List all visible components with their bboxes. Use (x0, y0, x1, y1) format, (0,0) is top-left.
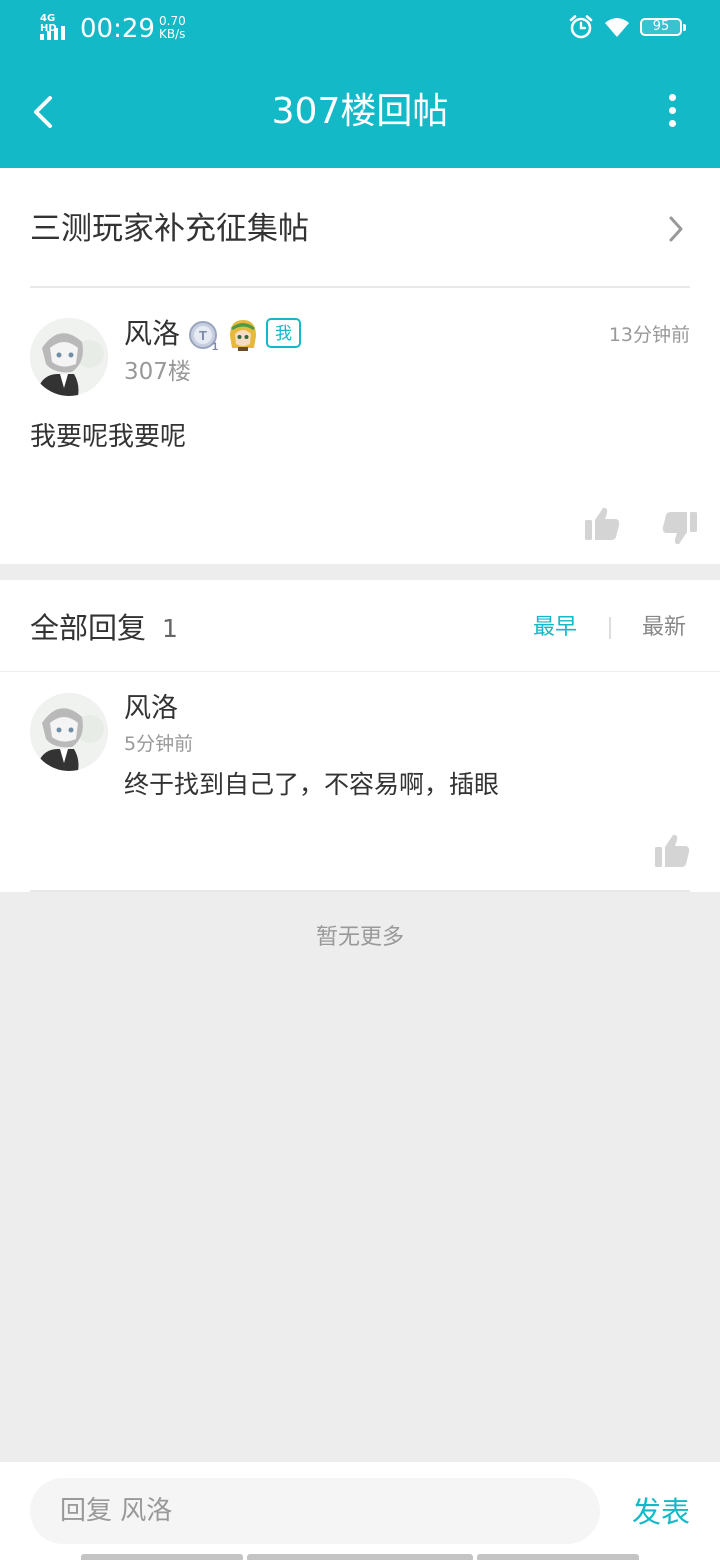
wifi-icon (605, 18, 629, 37)
replies-card: 全部回复 1 最早 最新 风洛 5分钟前 终于找到自己了，不容易啊，插眼 (0, 580, 720, 892)
divider (30, 286, 690, 288)
level-badge-icon: T 1 (188, 320, 220, 352)
reply-avatar[interactable] (30, 693, 108, 771)
battery-level: 95 (652, 19, 670, 34)
replies-title: 全部回复 (30, 611, 147, 645)
divider (0, 671, 720, 672)
sort-earliest-tab[interactable]: 最早 (533, 612, 577, 644)
reply-content[interactable]: 终于找到自己了，不容易啊，插眼 (124, 767, 499, 803)
character-badge-icon (227, 318, 259, 352)
like-button[interactable] (582, 504, 622, 544)
back-button[interactable] (24, 90, 64, 134)
status-bar: 4G HD 00:29 0.70 KB/s 95 (0, 0, 720, 60)
signal-bars-icon (40, 26, 65, 40)
send-button[interactable]: 发表 (632, 1492, 690, 1532)
battery-icon: 95 (640, 18, 686, 36)
post-username[interactable]: 风洛 (124, 316, 180, 352)
reply-username[interactable]: 风洛 (124, 691, 178, 727)
sort-latest-tab[interactable]: 最新 (642, 612, 686, 644)
no-more-text: 暂无更多 (315, 925, 404, 950)
gesture-bar (247, 1554, 473, 1560)
post-content: 我要呢我要呢 (30, 422, 187, 452)
bottom-reply-bar: 回复 风洛 发表 (0, 1462, 720, 1560)
alarm-icon (569, 15, 593, 39)
nav-bar: 307楼回帖 (0, 60, 720, 168)
me-badge: 我 (266, 318, 301, 348)
thumbs-up-icon (655, 834, 690, 867)
avatar[interactable] (30, 318, 108, 396)
dislike-button[interactable] (660, 508, 700, 548)
svg-text:1: 1 (212, 341, 218, 352)
reply-time: 5分钟前 (124, 733, 194, 755)
status-icons: 95 (568, 14, 686, 40)
signal-indicator: 4G HD (40, 14, 72, 40)
reply-input[interactable]: 回复 风洛 (30, 1478, 600, 1544)
thumbs-up-icon (585, 507, 620, 540)
network-speed: 0.70 KB/s (159, 15, 186, 41)
thumbs-down-icon (662, 512, 697, 545)
post-card: 三测玩家补充征集帖 风洛 T 1 我 13分钟前 307楼 我要呢我要呢 (0, 168, 720, 564)
divider (30, 890, 690, 892)
thread-title: 三测玩家补充征集帖 (30, 211, 309, 247)
post-time: 13分钟前 (608, 324, 690, 346)
status-time: 00:29 (80, 14, 155, 44)
reply-like-button[interactable] (652, 831, 692, 871)
svg-text:T: T (199, 328, 207, 343)
page-title: 307楼回帖 (271, 91, 449, 132)
gesture-bar (477, 1554, 639, 1560)
gesture-bar (81, 1554, 243, 1560)
sort-separator (609, 617, 611, 639)
chevron-left-icon (34, 96, 52, 128)
more-vertical-icon (668, 94, 676, 101)
chevron-right-icon (666, 212, 686, 246)
more-options-button[interactable] (660, 92, 684, 132)
replies-count: 1 (162, 614, 178, 643)
network-speed-unit: KB/s (159, 27, 186, 41)
thread-link[interactable]: 三测玩家补充征集帖 (0, 168, 720, 286)
post-floor: 307楼 (124, 359, 191, 385)
